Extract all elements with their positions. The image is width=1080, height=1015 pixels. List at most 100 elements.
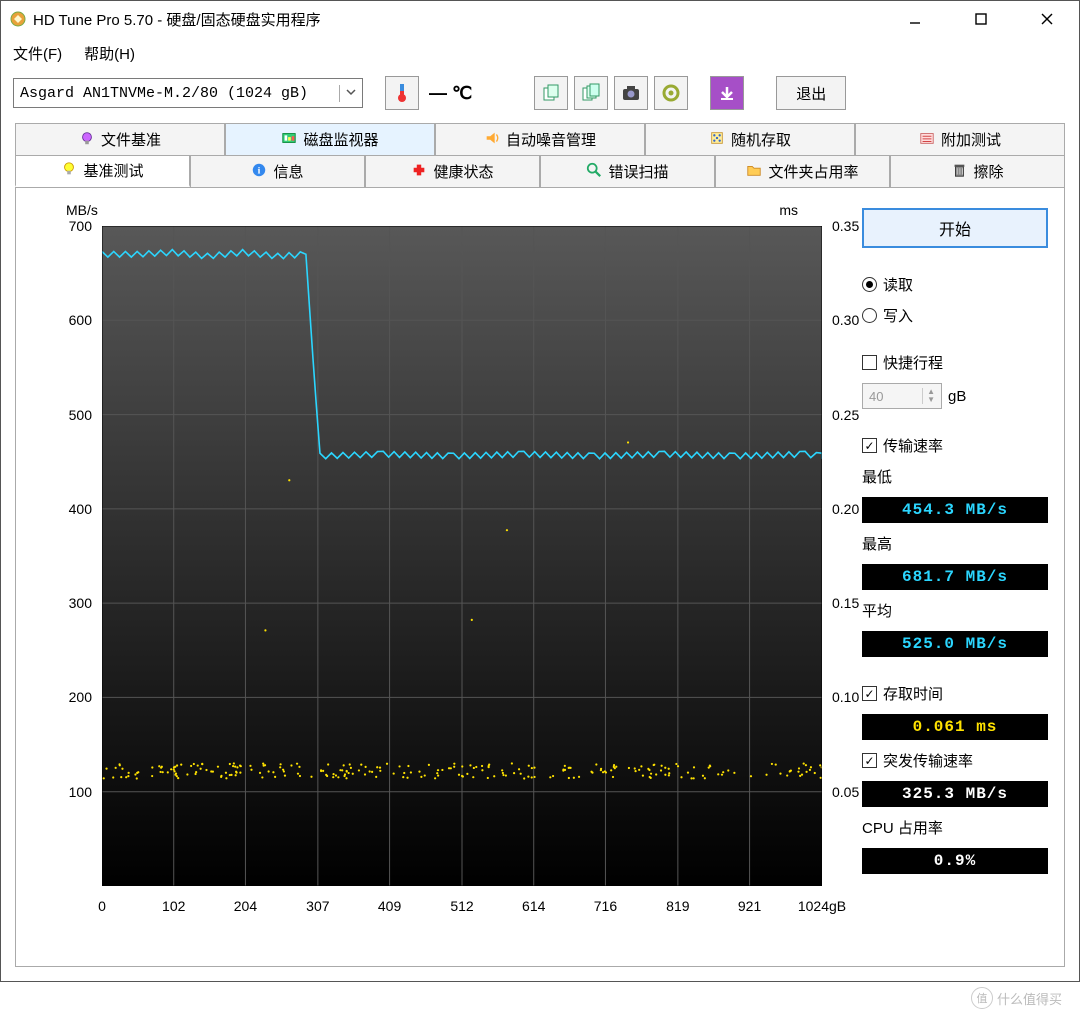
x-tick: 409 bbox=[378, 898, 401, 914]
max-label: 最高 bbox=[862, 533, 1048, 554]
minimize-button[interactable] bbox=[891, 4, 939, 34]
y-left-tick: 300 bbox=[32, 595, 92, 611]
watermark-text: 什么值得买 bbox=[997, 989, 1062, 1008]
tab-label: 信息 bbox=[273, 161, 303, 182]
x-tick: 204 bbox=[234, 898, 257, 914]
copy-all-button[interactable] bbox=[574, 76, 608, 110]
x-tick: 102 bbox=[162, 898, 185, 914]
tab-label: 随机存取 bbox=[731, 129, 791, 150]
menu-help[interactable]: 帮助(H) bbox=[84, 43, 135, 64]
monitor-icon bbox=[281, 130, 297, 150]
window-title: HD Tune Pro 5.70 - 硬盘/固态硬盘实用程序 bbox=[33, 9, 891, 30]
maximize-button[interactable] bbox=[957, 4, 1005, 34]
access-time-check[interactable]: 存取时间 bbox=[862, 683, 1048, 704]
read-radio[interactable]: 读取 bbox=[862, 274, 1048, 295]
y-right-label: ms bbox=[779, 202, 798, 218]
benchmark-pane: MB/s ms 100200300400500600700 0.050.100.… bbox=[15, 187, 1065, 967]
checkbox-icon bbox=[862, 355, 877, 370]
exit-button[interactable]: 退出 bbox=[776, 76, 846, 110]
speaker-icon bbox=[484, 130, 500, 150]
health-icon bbox=[411, 162, 427, 182]
tabs: 文件基准 磁盘监视器 自动噪音管理 随机存取 附加测试 基准测试 i 信息 健康状态 错误扫描 文… bbox=[1, 117, 1079, 187]
y-right-tick: 0.15 bbox=[832, 595, 882, 611]
burst-rate-check[interactable]: 突发传输速率 bbox=[862, 750, 1048, 771]
extra-icon bbox=[919, 130, 935, 150]
min-value: 454.3 MB/s bbox=[862, 497, 1048, 523]
y-left-tick: 200 bbox=[32, 689, 92, 705]
close-button[interactable] bbox=[1023, 4, 1071, 34]
temperature-button[interactable] bbox=[385, 76, 419, 110]
tab-top-4[interactable]: 附加测试 bbox=[855, 123, 1065, 155]
access-time-value: 0.061 ms bbox=[862, 714, 1048, 740]
watermark-icon: 值 bbox=[971, 987, 993, 1009]
svg-text:i: i bbox=[258, 165, 261, 176]
menu-file[interactable]: 文件(F) bbox=[13, 43, 62, 64]
x-tick: 0 bbox=[98, 898, 106, 914]
tab-label: 文件夹占用率 bbox=[768, 161, 858, 182]
tab-bottom-5[interactable]: 擦除 bbox=[890, 155, 1065, 187]
fast-travel-check[interactable]: 快捷行程 bbox=[862, 352, 1048, 373]
y-left-tick: 500 bbox=[32, 407, 92, 423]
copy-button[interactable] bbox=[534, 76, 568, 110]
y-left-tick: 600 bbox=[32, 312, 92, 328]
random-icon bbox=[709, 130, 725, 150]
save-button[interactable] bbox=[710, 76, 744, 110]
x-tick: 512 bbox=[450, 898, 473, 914]
info-icon: i bbox=[251, 162, 267, 182]
transfer-rate-check[interactable]: 传输速率 bbox=[862, 435, 1048, 456]
avg-label: 平均 bbox=[862, 600, 1048, 621]
screenshot-button[interactable] bbox=[614, 76, 648, 110]
y-left-tick: 700 bbox=[32, 218, 92, 234]
start-button[interactable]: 开始 bbox=[862, 208, 1048, 248]
x-tick: 307 bbox=[306, 898, 329, 914]
y-right-tick: 0.30 bbox=[832, 312, 882, 328]
tab-bottom-4[interactable]: 文件夹占用率 bbox=[715, 155, 890, 187]
tab-bottom-3[interactable]: 错误扫描 bbox=[540, 155, 715, 187]
checkbox-icon bbox=[862, 753, 877, 768]
radio-icon bbox=[862, 277, 877, 292]
x-tick: 614 bbox=[522, 898, 545, 914]
checkbox-icon bbox=[862, 438, 877, 453]
erase-icon bbox=[951, 162, 967, 182]
x-tick: 716 bbox=[594, 898, 617, 914]
tab-bottom-1[interactable]: i 信息 bbox=[190, 155, 365, 187]
tab-label: 错误扫描 bbox=[608, 161, 668, 182]
avg-value: 525.0 MB/s bbox=[862, 631, 1048, 657]
cpu-label: CPU 占用率 bbox=[862, 817, 1048, 838]
tab-bottom-0[interactable]: 基准测试 bbox=[15, 155, 190, 187]
y-left-tick: 100 bbox=[32, 784, 92, 800]
y-right-tick: 0.05 bbox=[832, 784, 882, 800]
burst-rate-value: 325.3 MB/s bbox=[862, 781, 1048, 807]
tab-label: 基准测试 bbox=[83, 160, 143, 181]
bulb-yellow-icon bbox=[61, 161, 77, 181]
y-right-tick: 0.25 bbox=[832, 407, 882, 423]
exit-label: 退出 bbox=[796, 83, 826, 104]
chart-area: MB/s ms 100200300400500600700 0.050.100.… bbox=[32, 208, 848, 956]
watermark: 值 什么值得买 bbox=[971, 987, 1062, 1009]
tab-top-2[interactable]: 自动噪音管理 bbox=[435, 123, 645, 155]
scan-icon bbox=[586, 162, 602, 182]
tab-label: 附加测试 bbox=[941, 129, 1001, 150]
tab-top-0[interactable]: 文件基准 bbox=[15, 123, 225, 155]
benchmark-chart bbox=[102, 226, 822, 886]
write-radio[interactable]: 写入 bbox=[862, 305, 1048, 326]
tab-top-1[interactable]: 磁盘监视器 bbox=[225, 123, 435, 155]
y-right-tick: 0.10 bbox=[832, 689, 882, 705]
fast-travel-value[interactable]: 40 ▲▼ bbox=[862, 383, 942, 409]
settings-button[interactable] bbox=[654, 76, 688, 110]
x-tick: 1024gB bbox=[798, 898, 846, 914]
drive-select-value: Asgard AN1TNVMe-M.2/80 (1024 gB) bbox=[20, 85, 308, 102]
tab-bottom-2[interactable]: 健康状态 bbox=[365, 155, 540, 187]
titlebar: HD Tune Pro 5.70 - 硬盘/固态硬盘实用程序 bbox=[1, 1, 1079, 37]
tab-label: 健康状态 bbox=[433, 161, 493, 182]
temperature-display: — ℃ bbox=[429, 83, 472, 104]
tab-label: 文件基准 bbox=[101, 129, 161, 150]
tab-label: 擦除 bbox=[973, 161, 1003, 182]
drive-select[interactable]: Asgard AN1TNVMe-M.2/80 (1024 gB) bbox=[13, 78, 363, 108]
lightbulb-icon bbox=[79, 130, 95, 150]
y-right-tick: 0.35 bbox=[832, 218, 882, 234]
tab-top-3[interactable]: 随机存取 bbox=[645, 123, 855, 155]
chevron-down-icon bbox=[339, 85, 356, 102]
folder-icon bbox=[746, 162, 762, 182]
tab-label: 磁盘监视器 bbox=[303, 129, 378, 150]
